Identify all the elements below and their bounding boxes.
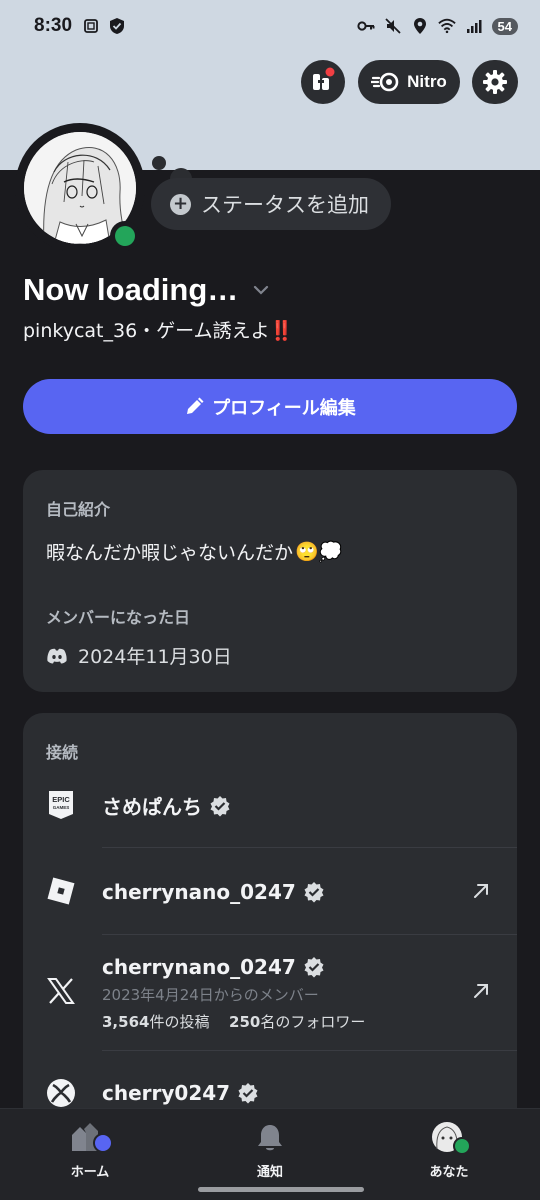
status-time: 8:30 (34, 15, 73, 36)
connections-heading: 接続 (46, 743, 79, 762)
vpn-key-icon (356, 17, 375, 35)
activity-icon (310, 67, 336, 97)
connection-item-epic-games[interactable]: EPIC GAMES さめぱんち (23, 783, 517, 847)
connection-username: cherry0247 (102, 1081, 231, 1105)
plus-circle-icon: + (170, 193, 191, 215)
add-status-label: ステータスを追加 (201, 193, 369, 217)
xbox-icon (43, 1075, 79, 1111)
member-since-heading: メンバーになった日 (46, 608, 191, 627)
connections-card: 接続 EPIC GAMES さめぱんち cherrynano_0247 cher… (23, 713, 517, 1133)
nav-notifications[interactable]: 通知 (210, 1121, 330, 1180)
edit-profile-label: プロフィール編集 (212, 397, 356, 419)
online-status-indicator (110, 221, 140, 251)
external-link-icon[interactable] (469, 879, 493, 903)
shield-check-icon (108, 17, 126, 35)
epic-games-icon: EPIC GAMES (43, 787, 79, 823)
username-line: pinkycat_36・ゲーム誘えよ‼️ (23, 316, 293, 343)
posts-label: 件の投稿 (149, 1013, 210, 1031)
about-heading: 自己紹介 (46, 500, 111, 519)
nav-home-label: ホーム (70, 1165, 110, 1180)
home-icon (68, 1121, 112, 1155)
connection-name: cherrynano_0247 (102, 880, 325, 904)
signal-icon (465, 17, 483, 35)
screenshot-icon (82, 17, 100, 35)
followers-count: 250 (229, 1013, 261, 1031)
discord-icon (46, 648, 68, 664)
verified-badge-icon (303, 881, 325, 903)
nitro-label: Nitro (407, 72, 447, 91)
pencil-icon (184, 397, 204, 417)
wifi-icon (437, 17, 456, 35)
nav-notifications-label: 通知 (256, 1165, 283, 1180)
about-text: 暇なんだか暇じゃないんだか 🙄💭 (46, 538, 342, 565)
member-since-row: 2024年11月30日 (46, 642, 232, 669)
nav-home[interactable]: ホーム (30, 1121, 150, 1180)
bell-icon (257, 1121, 283, 1155)
display-name-row[interactable]: Now loading… (23, 272, 270, 308)
followers-label: 名のフォロワー (260, 1013, 366, 1031)
chevron-down-icon (252, 284, 270, 296)
svg-text:EPIC: EPIC (52, 795, 70, 804)
posts-count: 3,564 (102, 1013, 150, 1031)
member-since-date: 2024年11月30日 (78, 646, 232, 668)
connection-name: cherry0247 (102, 1081, 259, 1105)
double-exclamation-emoji: ‼️ (269, 320, 294, 342)
connection-name: さめぱんち (102, 791, 231, 820)
username-and-custom-status: pinkycat_36・ゲーム誘えよ (23, 320, 270, 342)
verified-badge-icon (303, 956, 325, 978)
nav-avatar (427, 1121, 471, 1155)
connection-username: さめぱんち (102, 795, 202, 819)
connection-item-x[interactable]: cherrynano_0247 2023年4月24日からのメンバー 3,564件… (23, 935, 517, 1050)
gesture-handle[interactable] (198, 1187, 364, 1192)
connection-member-since: 2023年4月24日からのメンバー (102, 986, 319, 1004)
battery-indicator: 54 (491, 17, 518, 35)
svg-text:GAMES: GAMES (53, 805, 70, 810)
gear-icon (482, 69, 508, 95)
connection-username: cherrynano_0247 (102, 955, 296, 979)
connection-name: cherrynano_0247 (102, 955, 325, 979)
location-icon (411, 17, 429, 35)
nav-you[interactable]: あなた (389, 1121, 509, 1180)
about-emoji: 🙄💭 (295, 541, 343, 563)
connection-username: cherrynano_0247 (102, 880, 296, 904)
nitro-button[interactable]: Nitro (358, 60, 460, 104)
system-status-bar: 8:30 54 (0, 0, 540, 60)
nav-you-label: あなた (429, 1165, 469, 1180)
x-icon (43, 973, 79, 1009)
external-link-icon[interactable] (469, 979, 493, 1003)
display-name: Now loading… (23, 272, 239, 307)
verified-badge-icon (209, 795, 231, 817)
connection-item-xbox[interactable]: cherry0247 (23, 1051, 517, 1111)
about-card: 自己紹介 暇なんだか暇じゃないんだか 🙄💭 メンバーになった日 2024年11月… (23, 470, 517, 692)
edit-profile-button[interactable]: プロフィール編集 (23, 379, 517, 434)
activity-button[interactable] (301, 60, 345, 104)
connection-item-roblox[interactable]: cherrynano_0247 (23, 848, 517, 934)
settings-button[interactable] (472, 60, 518, 104)
mute-icon (384, 17, 402, 35)
roblox-icon (43, 873, 79, 909)
nitro-icon (371, 72, 399, 92)
thought-bubble-small (152, 156, 166, 170)
verified-badge-icon (237, 1082, 259, 1104)
about-body: 暇なんだか暇じゃないんだか (46, 542, 294, 564)
add-status-button[interactable]: + ステータスを追加 (151, 178, 391, 230)
connection-stats: 3,564件の投稿 250名のフォロワー (102, 1011, 365, 1032)
